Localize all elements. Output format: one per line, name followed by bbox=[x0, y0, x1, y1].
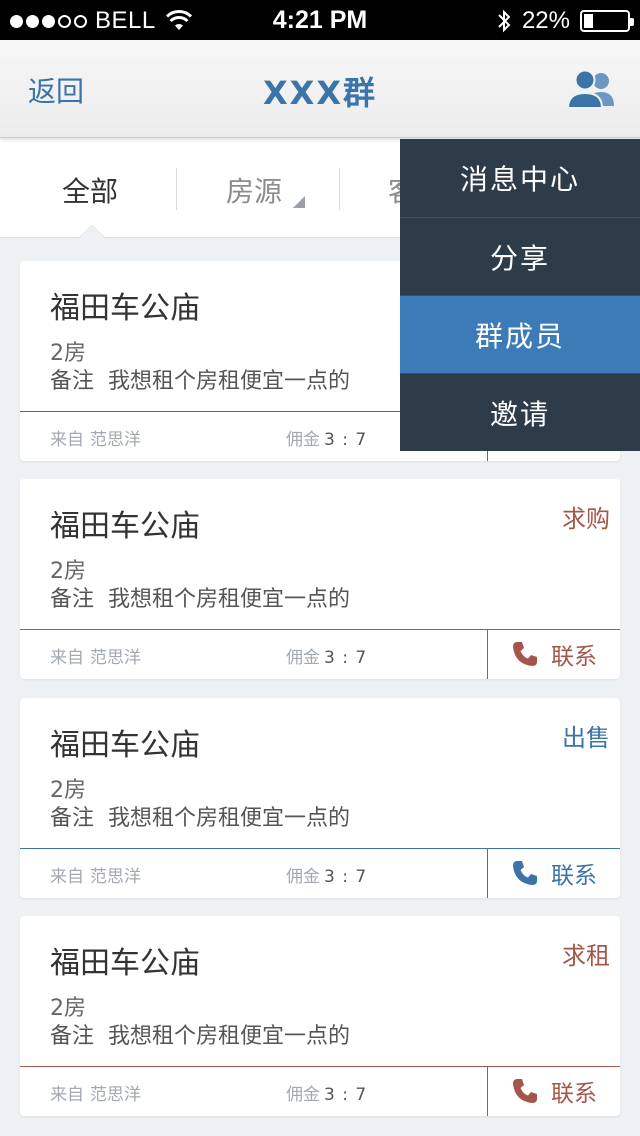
navigation-bar: 返回 XXX群 bbox=[0, 40, 640, 138]
listing-type-badge: 出售 bbox=[562, 724, 610, 752]
status-right: 22% bbox=[496, 7, 634, 35]
note-text: 我想租个房租便宜一点的 bbox=[108, 587, 351, 612]
commission-ratio: 3 : 7 bbox=[324, 430, 368, 450]
battery-percent: 22% bbox=[521, 7, 570, 34]
from-name: 范思洋 bbox=[90, 867, 141, 887]
note-label: 备注 bbox=[50, 806, 95, 831]
commission-label: 佣金 bbox=[286, 430, 320, 450]
from-label: 来自 bbox=[50, 1085, 84, 1105]
dropdown-caret-icon bbox=[293, 196, 305, 208]
listing-card[interactable]: 福田车公庙 求购 2房 备注 我想租个房租便宜一点的 来自 范思洋 佣金 3 : 7 … bbox=[20, 479, 620, 679]
phone-icon bbox=[513, 861, 537, 885]
commission-info: 佣金 3 : 7 bbox=[286, 862, 367, 887]
battery-fill bbox=[584, 14, 594, 28]
menu-item-message-center[interactable]: 消息中心 bbox=[400, 139, 640, 217]
phone-icon bbox=[513, 1079, 537, 1103]
bluetooth-icon bbox=[498, 9, 511, 33]
from-label: 来自 bbox=[50, 430, 84, 450]
listing-title: 福田车公庙 bbox=[50, 509, 200, 544]
contact-button[interactable]: 联系 bbox=[488, 1066, 620, 1116]
listing-note: 备注 我想租个房租便宜一点的 bbox=[50, 581, 350, 613]
listing-title: 福田车公庙 bbox=[50, 946, 200, 981]
contact-label: 联系 bbox=[551, 863, 597, 889]
from-name: 范思洋 bbox=[90, 648, 141, 668]
contact-button[interactable]: 联系 bbox=[488, 629, 620, 679]
from-label: 来自 bbox=[50, 648, 84, 668]
status-bar: BELL 4:21 PM 22% bbox=[0, 0, 640, 40]
tab-all[interactable]: 全部 bbox=[62, 170, 118, 210]
commission-ratio: 3 : 7 bbox=[324, 648, 368, 668]
listing-note: 备注 我想租个房租便宜一点的 bbox=[50, 800, 350, 832]
active-tab-pointer bbox=[78, 226, 106, 239]
listing-note: 备注 我想租个房租便宜一点的 bbox=[50, 1018, 350, 1050]
contact-label: 联系 bbox=[551, 644, 597, 670]
page-title: XXX群 bbox=[262, 74, 378, 112]
listing-type-badge: 求购 bbox=[562, 505, 610, 533]
from-label: 来自 bbox=[50, 867, 84, 887]
contact-label: 联系 bbox=[551, 1081, 597, 1107]
from-info: 来自 范思洋 bbox=[50, 425, 141, 450]
from-info: 来自 范思洋 bbox=[50, 862, 141, 887]
from-name: 范思洋 bbox=[90, 1085, 141, 1105]
from-info: 来自 范思洋 bbox=[50, 1080, 141, 1105]
menu-item-invite[interactable]: 邀请 bbox=[400, 374, 640, 452]
commission-ratio: 3 : 7 bbox=[324, 1085, 368, 1105]
note-label: 备注 bbox=[50, 369, 95, 394]
menu-item-group-members[interactable]: 群成员 bbox=[400, 296, 640, 374]
tab-listings[interactable]: 房源 bbox=[226, 170, 282, 210]
dropdown-menu: 消息中心 分享 群成员 邀请 bbox=[400, 139, 640, 451]
from-name: 范思洋 bbox=[90, 430, 141, 450]
commission-label: 佣金 bbox=[286, 1085, 320, 1105]
commission-info: 佣金 3 : 7 bbox=[286, 1080, 367, 1105]
commission-label: 佣金 bbox=[286, 867, 320, 887]
commission-info: 佣金 3 : 7 bbox=[286, 425, 367, 450]
from-info: 来自 范思洋 bbox=[50, 643, 141, 668]
note-label: 备注 bbox=[50, 587, 95, 612]
note-text: 我想租个房租便宜一点的 bbox=[108, 1024, 351, 1049]
listing-card[interactable]: 福田车公庙 出售 2房 备注 我想租个房租便宜一点的 来自 范思洋 佣金 3 : 7 … bbox=[20, 698, 620, 898]
listing-title: 福田车公庙 bbox=[50, 291, 200, 326]
menu-item-share[interactable]: 分享 bbox=[400, 218, 640, 296]
note-text: 我想租个房租便宜一点的 bbox=[108, 369, 351, 394]
tab-divider bbox=[339, 168, 340, 210]
battery-icon bbox=[580, 10, 634, 32]
commission-ratio: 3 : 7 bbox=[324, 867, 368, 887]
tab-divider bbox=[176, 168, 177, 210]
note-text: 我想租个房租便宜一点的 bbox=[108, 806, 351, 831]
card-footer: 来自 范思洋 佣金 3 : 7 联系 bbox=[20, 848, 620, 898]
contact-button[interactable]: 联系 bbox=[488, 848, 620, 898]
card-footer: 来自 范思洋 佣金 3 : 7 联系 bbox=[20, 629, 620, 679]
note-label: 备注 bbox=[50, 1024, 95, 1049]
commission-info: 佣金 3 : 7 bbox=[286, 643, 367, 668]
listing-title: 福田车公庙 bbox=[50, 728, 200, 763]
commission-label: 佣金 bbox=[286, 648, 320, 668]
listing-card[interactable]: 福田车公庙 求租 2房 备注 我想租个房租便宜一点的 来自 范思洋 佣金 3 : 7 … bbox=[20, 916, 620, 1116]
listing-note: 备注 我想租个房租便宜一点的 bbox=[50, 363, 350, 395]
phone-icon bbox=[513, 642, 537, 666]
card-footer: 来自 范思洋 佣金 3 : 7 联系 bbox=[20, 1066, 620, 1116]
listing-type-badge: 求租 bbox=[562, 942, 610, 970]
group-members-icon[interactable] bbox=[566, 68, 618, 112]
